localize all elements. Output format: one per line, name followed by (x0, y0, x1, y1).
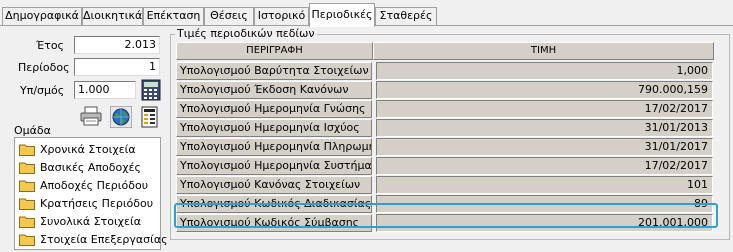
values-group-title: Τιμές περιοδικών πεδίων (175, 27, 317, 40)
tree-item-time-data[interactable]: Χρονικά Στοιχεία (19, 140, 136, 158)
row-description: Υπολογισμού Ημερομηνία Ισχύος (176, 119, 372, 137)
period-field[interactable]: 1 (74, 58, 160, 76)
report-icon[interactable] (140, 106, 160, 128)
calc-field[interactable]: 1.000 (74, 81, 136, 99)
tree-item-label: Κρατήσεις Περιόδου (40, 196, 154, 210)
folder-icon (19, 198, 35, 210)
group-label: Ομάδα (14, 124, 51, 137)
folder-icon (19, 180, 35, 192)
tree-item-period-earnings[interactable]: Αποδοχές Περιόδου (19, 176, 148, 194)
calculator-icon[interactable] (141, 79, 161, 101)
tab-extension[interactable]: Επέκταση (143, 7, 204, 25)
globe-icon[interactable] (110, 106, 132, 128)
tree-item-label: Συνολικά Στοιχεία (40, 214, 141, 228)
tree-item-label: Χρονικά Στοιχεία (40, 142, 136, 156)
row-value[interactable]: 1,000 (376, 62, 713, 80)
row-description: Υπολογισμού Κανόνας Στοιχείων (176, 176, 372, 194)
row-value[interactable]: 31/01/2013 (376, 119, 713, 137)
row-value[interactable]: 17/02/2017 (376, 100, 713, 118)
calc-label: Υπ/σμός (20, 84, 65, 97)
table-row[interactable]: Υπολογισμού Ημερομηνία Ισχύος 31/01/2013 (176, 119, 720, 137)
tree-item-label: Αποδοχές Περιόδου (40, 178, 149, 192)
folder-icon (19, 234, 35, 246)
column-header-value[interactable]: ΤΙΜΗ (373, 42, 714, 60)
table-row[interactable]: Υπολογισμού Βαρύτητα Στοιχείων 1,000 (176, 62, 720, 80)
row-value[interactable]: 790.000,159 (376, 81, 713, 99)
printer-icon[interactable] (80, 106, 102, 126)
tab-fixed[interactable]: Σταθερές (375, 7, 437, 25)
row-value[interactable]: 31/01/2017 (376, 138, 713, 156)
column-header-description[interactable]: ΠΕΡΙΓΡΑΦΗ (176, 42, 373, 60)
table-row[interactable]: Υπολογισμού Ημερομηνία Πληρωμής 31/01/20… (176, 138, 720, 156)
tab-history[interactable]: Ιστορικό (254, 7, 309, 25)
tab-positions[interactable]: Θέσεις (204, 7, 254, 25)
tree-item-label: Βασικές Αποδοχές (40, 160, 141, 174)
table-row[interactable]: Υπολογισμού Κανόνας Στοιχείων 101 (176, 176, 720, 194)
year-field[interactable]: 2.013 (74, 36, 160, 54)
tab-periodic[interactable]: Περιοδικές (309, 3, 375, 27)
tab-demographics[interactable]: Δημογραφικά (2, 7, 82, 25)
period-label: Περίοδος (18, 61, 70, 74)
tree-item-basic-earnings[interactable]: Βασικές Αποδοχές (19, 158, 141, 176)
tab-bar: Δημογραφικά Διοικητικά Επέκταση Θέσεις Ι… (0, 3, 733, 27)
tree-item-period-deductions[interactable]: Κρατήσεις Περιόδου (19, 194, 153, 212)
tab-administrative[interactable]: Διοικητικά (82, 7, 143, 25)
row-description: Υπολογισμού Έκδοση Κανόνων (176, 81, 372, 99)
selected-row-highlight (174, 203, 718, 228)
folder-icon (19, 162, 35, 174)
table-row[interactable]: Υπολογισμού Ημερομηνία Γνώσης 17/02/2017 (176, 100, 720, 118)
row-description: Υπολογισμού Ημερομηνία Συστήματος (176, 157, 372, 175)
folder-icon (19, 144, 35, 156)
tree-item-processing-data[interactable]: Στοιχεία Επεξεργασίας (19, 230, 168, 248)
row-value[interactable]: 17/02/2017 (376, 157, 713, 175)
folder-icon (19, 216, 35, 228)
row-description: Υπολογισμού Ημερομηνία Πληρωμής (176, 138, 372, 156)
group-tree[interactable]: Χρονικά Στοιχεία Βασικές Αποδοχές Αποδοχ… (14, 137, 168, 250)
row-value[interactable]: 101 (376, 176, 713, 194)
tree-item-label: Στοιχεία Επεξεργασίας (40, 232, 168, 246)
tree-item-total-data[interactable]: Συνολικά Στοιχεία (19, 212, 141, 230)
row-description: Υπολογισμού Βαρύτητα Στοιχείων (176, 62, 372, 80)
row-description: Υπολογισμού Ημερομηνία Γνώσης (176, 100, 372, 118)
table-row[interactable]: Υπολογισμού Έκδοση Κανόνων 790.000,159 (176, 81, 720, 99)
year-label: Έτος (36, 39, 65, 52)
table-row[interactable]: Υπολογισμού Ημερομηνία Συστήματος 17/02/… (176, 157, 720, 175)
